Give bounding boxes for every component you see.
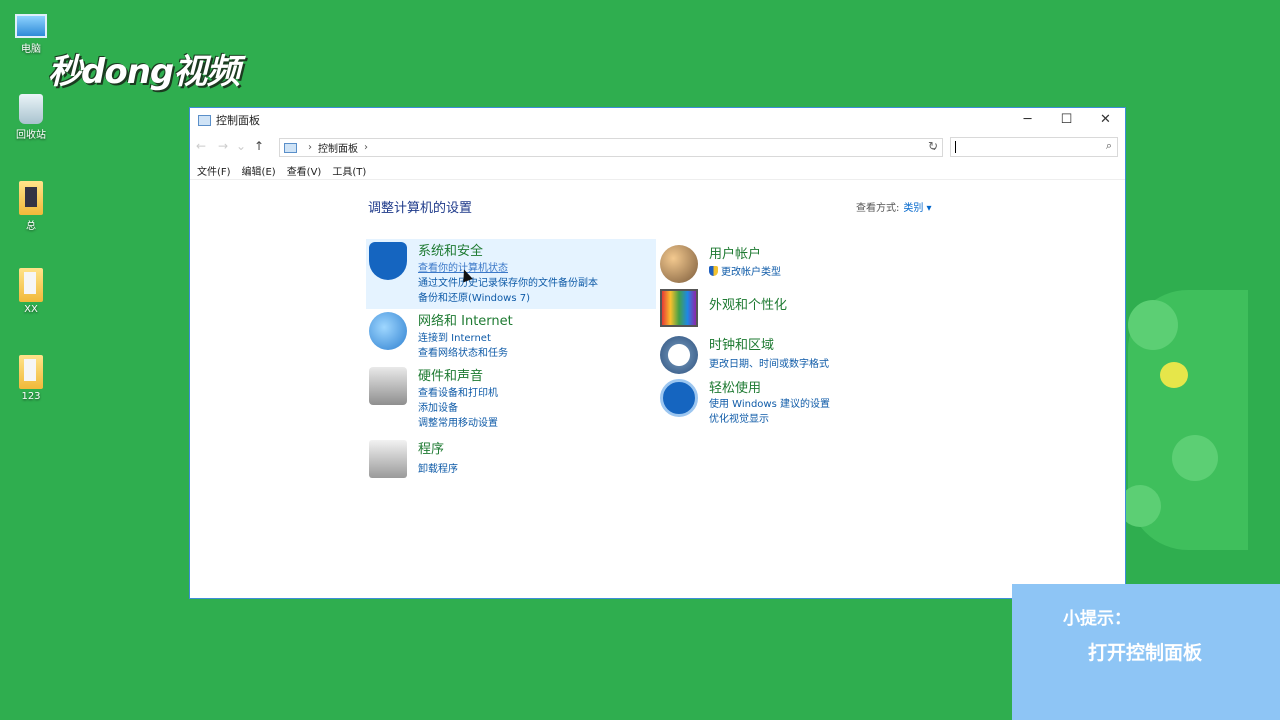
page-title: 调整计算机的设置 xyxy=(368,201,473,216)
link-change-date-time[interactable]: 更改日期、时间或数字格式 xyxy=(709,355,829,370)
appearance-monitor-icon xyxy=(660,289,698,327)
window-title: 控制面板 xyxy=(216,114,260,127)
link-uninstall-program[interactable]: 卸载程序 xyxy=(418,460,458,475)
search-icon[interactable]: ⌕ xyxy=(1106,139,1112,153)
printer-icon xyxy=(369,367,407,405)
refresh-icon[interactable]: ↻ xyxy=(928,139,938,153)
view-by-dropdown[interactable]: 类别 ▾ xyxy=(903,203,931,214)
control-panel-window: 控制面板 ─ ☐ ✕ ← → ⌄ ↑ › 控制面板 › ⌄ ↻ ⌕ 文件(F) … xyxy=(189,107,1126,599)
tip-overlay: 小提示： 打开控制面板 xyxy=(1012,584,1280,720)
text-caret xyxy=(955,141,956,153)
minimize-button[interactable]: ─ xyxy=(1008,108,1047,132)
up-arrow-icon[interactable]: ↑ xyxy=(248,139,270,153)
category-ease-of-access[interactable]: 轻松使用 使用 Windows 建议的设置 优化视觉显示 xyxy=(657,376,947,426)
menu-bar: 文件(F) 编辑(E) 查看(V) 工具(T) xyxy=(190,161,1125,180)
tip-text: 打开控制面板 xyxy=(1088,642,1203,664)
link-file-history-backup[interactable]: 通过文件历史记录保存你的文件备份副本 xyxy=(418,274,598,289)
ease-of-access-icon xyxy=(660,379,698,417)
clock-globe-icon xyxy=(660,336,698,374)
tip-label: 小提示： xyxy=(1063,609,1131,629)
network-globe-icon xyxy=(369,312,407,350)
desktop-icon-label: 123 xyxy=(21,391,41,402)
link-backup-restore[interactable]: 备份和还原(Windows 7) xyxy=(418,289,530,304)
link-mobility-settings[interactable]: 调整常用移动设置 xyxy=(418,414,498,429)
view-by-label: 查看方式: xyxy=(856,203,900,214)
category-user-accounts[interactable]: 用户帐户 更改帐户类型 xyxy=(657,242,947,283)
link-add-device[interactable]: 添加设备 xyxy=(418,399,458,414)
computer-icon xyxy=(15,14,47,38)
category-title[interactable]: 系统和安全 xyxy=(418,240,483,259)
control-panel-icon xyxy=(284,142,297,153)
desktop-icon-label: 回收站 xyxy=(16,130,46,141)
programs-box-icon xyxy=(369,440,407,478)
desktop-icon-label: XX xyxy=(24,304,38,315)
category-appearance[interactable]: 外观和个性化 xyxy=(657,286,947,328)
breadcrumb-control-panel[interactable]: 控制面板 xyxy=(318,140,358,155)
link-optimize-visual-display[interactable]: 优化视觉显示 xyxy=(709,410,769,425)
search-input[interactable]: ⌕ xyxy=(950,137,1118,157)
folder-icon xyxy=(19,268,43,302)
link-windows-suggested-settings[interactable]: 使用 Windows 建议的设置 xyxy=(709,395,830,410)
category-title[interactable]: 网络和 Internet xyxy=(418,310,513,329)
close-button[interactable]: ✕ xyxy=(1086,108,1125,132)
menu-view[interactable]: 查看(V) xyxy=(287,163,322,178)
maximize-button[interactable]: ☐ xyxy=(1047,108,1086,132)
category-title[interactable]: 时钟和区域 xyxy=(709,334,774,353)
folder-icon xyxy=(19,355,43,389)
category-network-internet[interactable]: 网络和 Internet 连接到 Internet 查看网络状态和任务 xyxy=(366,309,656,361)
category-title[interactable]: 外观和个性化 xyxy=(709,294,787,313)
view-by: 查看方式: 类别 ▾ xyxy=(856,199,932,214)
desktop-icon-label: 电脑 xyxy=(21,44,41,55)
category-title[interactable]: 程序 xyxy=(418,438,444,457)
link-connect-internet[interactable]: 连接到 Internet xyxy=(418,329,491,344)
breadcrumb-separator[interactable]: › xyxy=(364,142,368,153)
recent-locations-chevron-icon[interactable]: ⌄ xyxy=(234,139,248,153)
users-icon xyxy=(660,245,698,283)
desktop-icon-folder-xx[interactable]: XX xyxy=(1,268,61,315)
shield-icon xyxy=(369,242,407,280)
decorative-circle xyxy=(1172,435,1218,481)
desktop-icon-folder-123[interactable]: 123 xyxy=(1,355,61,402)
menu-file[interactable]: 文件(F) xyxy=(197,163,231,178)
address-bar[interactable]: › 控制面板 › ⌄ xyxy=(279,138,943,157)
link-label[interactable]: 更改帐户类型 xyxy=(721,267,781,278)
desktop-icon-label: 总 xyxy=(26,221,36,232)
category-clock-region[interactable]: 时钟和区域 更改日期、时间或数字格式 xyxy=(657,333,947,375)
link-change-account-type[interactable]: 更改帐户类型 xyxy=(709,263,781,278)
link-network-status[interactable]: 查看网络状态和任务 xyxy=(418,344,508,359)
control-panel-icon xyxy=(198,114,211,126)
recycle-bin-icon xyxy=(19,94,43,124)
watermark-logo: 秒dong视频 xyxy=(48,52,240,92)
category-title[interactable]: 硬件和声音 xyxy=(418,365,483,384)
desktop-icon-recycle-bin[interactable]: 回收站 xyxy=(1,94,61,141)
menu-edit[interactable]: 编辑(E) xyxy=(242,163,276,178)
forward-arrow-icon[interactable]: → xyxy=(212,139,234,153)
decorative-circle xyxy=(1160,362,1188,388)
menu-tools[interactable]: 工具(T) xyxy=(332,163,366,178)
category-system-security[interactable]: 系统和安全 查看你的计算机状态 通过文件历史记录保存你的文件备份副本 备份和还原… xyxy=(366,239,656,309)
link-devices-printers[interactable]: 查看设备和打印机 xyxy=(418,384,498,399)
category-hardware-sound[interactable]: 硬件和声音 查看设备和打印机 添加设备 调整常用移动设置 xyxy=(366,364,656,430)
decorative-circle xyxy=(1128,300,1178,350)
breadcrumb-separator[interactable]: › xyxy=(308,142,312,153)
title-bar[interactable]: 控制面板 ─ ☐ ✕ xyxy=(190,108,1125,132)
category-programs[interactable]: 程序 卸载程序 xyxy=(366,437,656,479)
back-arrow-icon[interactable]: ← xyxy=(190,139,212,153)
folder-icon xyxy=(19,181,43,215)
category-title[interactable]: 轻松使用 xyxy=(709,377,761,396)
desktop-icon-folder-zong[interactable]: 总 xyxy=(1,181,61,232)
uac-shield-icon xyxy=(709,266,718,276)
category-title[interactable]: 用户帐户 xyxy=(709,243,761,262)
